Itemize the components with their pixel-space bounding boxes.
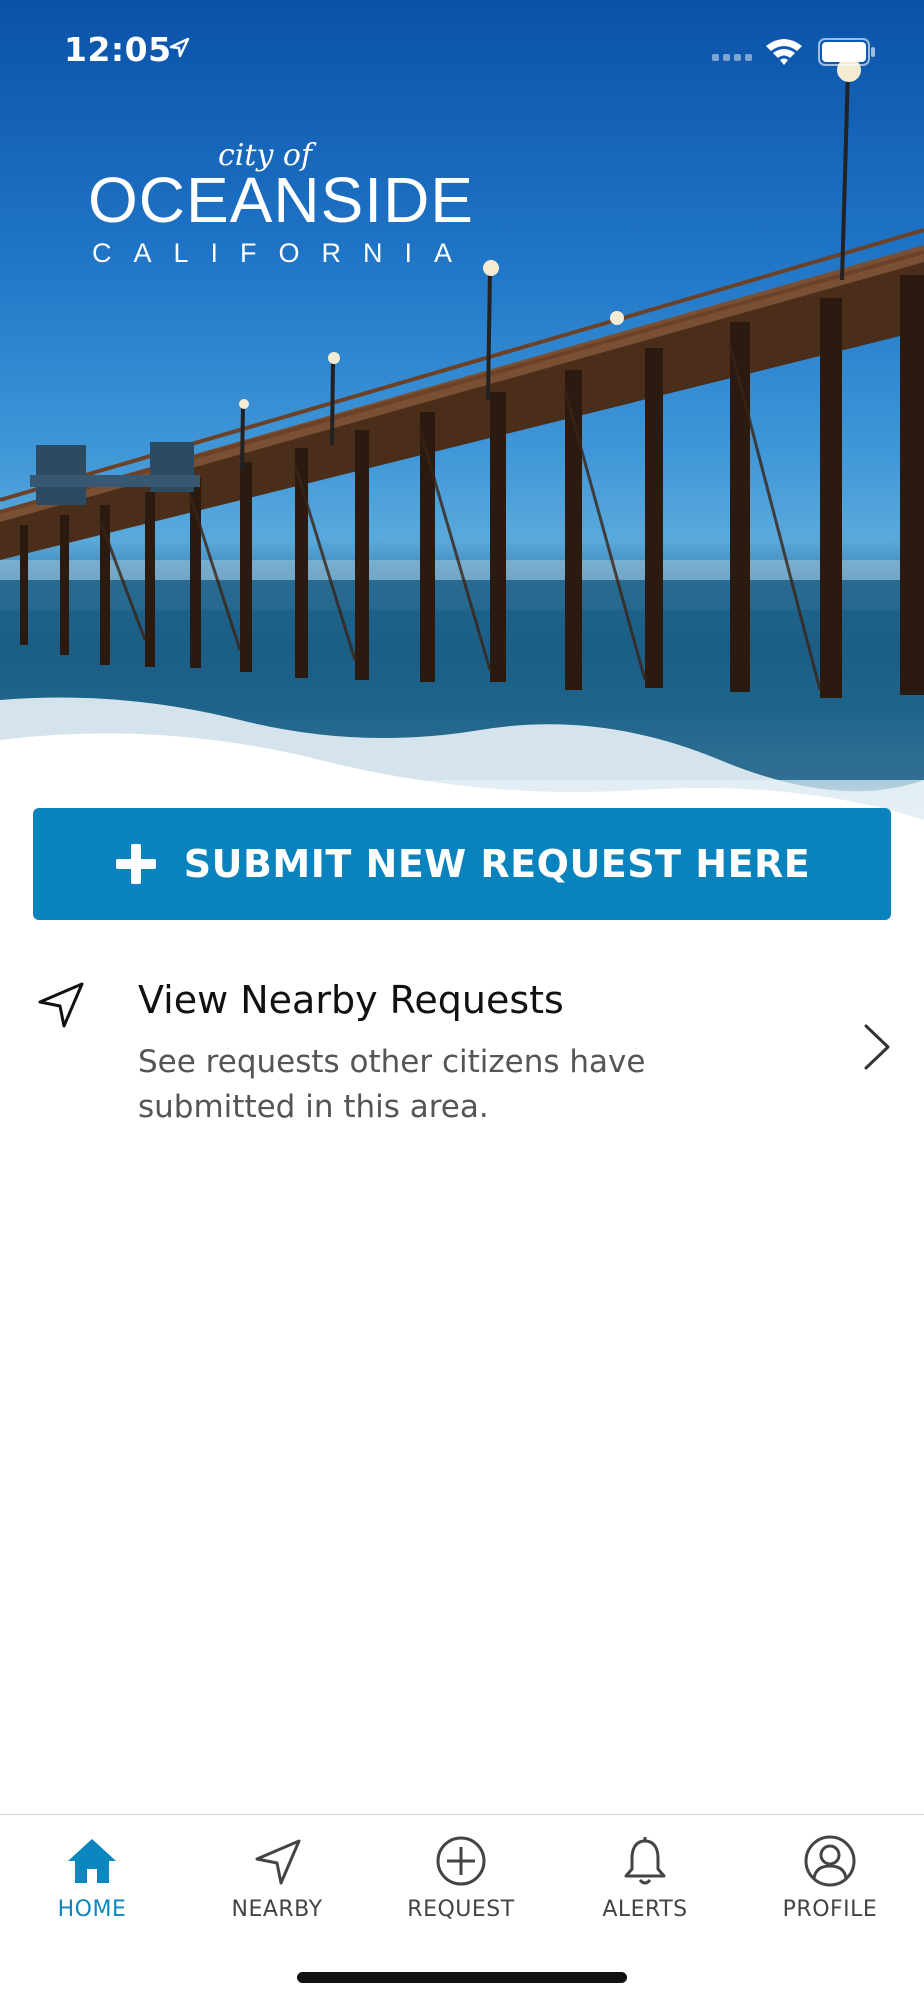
tab-home[interactable]: HOME xyxy=(0,1815,184,1945)
pier-illustration xyxy=(0,58,924,900)
navigation-arrow-icon xyxy=(38,982,84,1028)
tab-profile[interactable]: PROFILE xyxy=(738,1815,922,1945)
home-indicator xyxy=(297,1972,627,1983)
battery-icon xyxy=(818,38,875,66)
tab-request[interactable]: REQUEST xyxy=(369,1815,553,1945)
status-time: 12:05 xyxy=(64,30,172,69)
nearby-title: View Nearby Requests xyxy=(138,978,564,1022)
tab-profile-label: PROFILE xyxy=(782,1897,878,1922)
cell-signal-icon xyxy=(712,54,752,61)
tab-request-label: REQUEST xyxy=(407,1897,515,1922)
nearby-subtitle: See requests other citizens have submitt… xyxy=(138,1044,646,1125)
view-nearby-requests-row[interactable]: View Nearby Requests See requests other … xyxy=(0,960,924,1140)
tab-alerts-label: ALERTS xyxy=(602,1897,688,1922)
home-icon xyxy=(68,1839,116,1883)
navigation-arrow-icon xyxy=(255,1839,301,1885)
plus-icon xyxy=(115,844,156,884)
tab-nearby-label: NEARBY xyxy=(231,1897,323,1922)
tab-alerts[interactable]: ALERTS xyxy=(553,1815,737,1945)
tab-nearby[interactable]: NEARBY xyxy=(185,1815,369,1945)
user-circle-icon xyxy=(804,1835,856,1887)
chevron-right-icon xyxy=(864,1024,890,1070)
submit-request-label: SUBMIT NEW REQUEST HERE xyxy=(183,842,811,886)
hero-image: 12:05 city of OCEANSIDE CALIFORNIA xyxy=(0,0,924,900)
tab-home-label: HOME xyxy=(57,1897,127,1922)
logo-city-name: OCEANSIDE xyxy=(88,164,474,236)
plus-circle-icon xyxy=(436,1836,486,1886)
city-logo: city of OCEANSIDE CALIFORNIA xyxy=(88,138,488,278)
logo-state: CALIFORNIA xyxy=(92,238,475,268)
location-arrow-icon xyxy=(169,37,190,58)
submit-request-button[interactable]: SUBMIT NEW REQUEST HERE xyxy=(33,808,891,920)
status-bar: 12:05 xyxy=(0,0,924,100)
bell-icon xyxy=(624,1837,666,1885)
wifi-icon xyxy=(766,39,802,65)
